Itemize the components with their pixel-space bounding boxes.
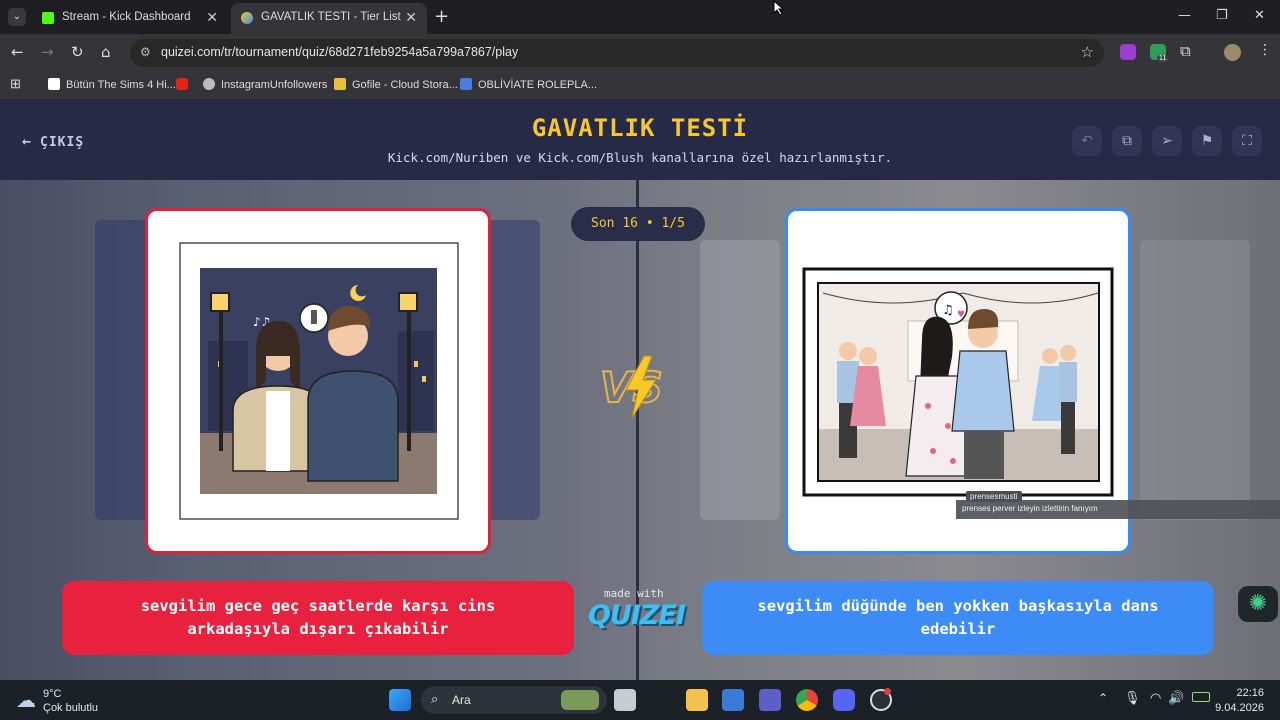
apps-grid-icon[interactable]: ⊞ xyxy=(10,76,21,92)
bookmark-star-icon[interactable]: ☆ xyxy=(1081,43,1094,61)
taskbar-search[interactable]: ⌕ Ara xyxy=(421,686,607,714)
extensions-puzzle-icon[interactable]: ⧉ xyxy=(1180,42,1191,60)
new-tab-button[interactable]: + xyxy=(434,6,449,27)
close-window-icon[interactable]: ✕ xyxy=(1254,8,1265,23)
browser-toolbar: ← → ↻ ⌂ ⚙ quizei.com/tr/tournament/quiz/… xyxy=(0,34,1280,72)
extension-purple-icon[interactable] xyxy=(1120,44,1136,60)
teams-icon[interactable] xyxy=(759,689,781,711)
bookmark-sims[interactable]: Bütün The Sims 4 Hi... xyxy=(48,78,176,91)
clock-time[interactable]: 22:16 xyxy=(1226,687,1264,699)
tab-title: GAVATLIK TESTİ - Tier List, Kör S xyxy=(261,11,401,23)
store-icon[interactable] xyxy=(722,689,744,711)
chrome-icon[interactable] xyxy=(796,689,818,711)
svg-text:♥: ♥ xyxy=(957,310,965,320)
wifi-icon[interactable]: ◠ xyxy=(1150,690,1161,706)
undo-icon[interactable]: ↶ xyxy=(1072,126,1102,156)
report-flag-icon[interactable]: ⚑ xyxy=(1192,126,1222,156)
chatgpt-icon[interactable]: ✺ xyxy=(1238,586,1278,622)
bookmark-obliviate[interactable]: OBLİVİATE ROLEPLA... xyxy=(460,78,597,91)
battery-icon[interactable] xyxy=(1192,692,1210,702)
send-icon[interactable]: ➢ xyxy=(1152,126,1182,156)
tab-title: Stream - Kick Dashboard xyxy=(62,11,191,23)
quizei-icon xyxy=(241,12,253,24)
notification-badge xyxy=(884,688,891,695)
tab-gavatlik-testi[interactable]: GAVATLIK TESTİ - Tier List, Kör S ✕ xyxy=(231,3,427,34)
weather-temp: 9°C xyxy=(43,688,62,700)
docs-icon xyxy=(460,78,472,90)
profile-avatar[interactable] xyxy=(1224,44,1241,61)
mouse-cursor-icon xyxy=(773,0,785,16)
quiz-page: ← ÇIKIŞ GAVATLIK TESTİ Kick.com/Nuriben v… xyxy=(0,100,1280,680)
youtube-icon xyxy=(176,78,188,90)
tab-search-button[interactable]: ⌄ xyxy=(8,8,26,26)
back-icon[interactable]: ← xyxy=(11,43,24,61)
tab-kick-dashboard[interactable]: Stream - Kick Dashboard ✕ xyxy=(32,3,228,34)
tray-chevron-icon[interactable]: ⌃ xyxy=(1098,691,1108,705)
kick-icon xyxy=(42,12,54,24)
made-with-label: made with xyxy=(604,587,664,600)
quiz-header: ← ÇIKIŞ GAVATLIK TESTİ Kick.com/Nuriben v… xyxy=(0,100,1280,180)
task-view-icon[interactable] xyxy=(614,689,636,711)
search-label: Ara xyxy=(452,693,471,707)
search-icon: ⌕ xyxy=(431,691,439,706)
vs-lightning-icon: VS xyxy=(599,355,664,419)
bookmark-youtube[interactable] xyxy=(176,78,194,91)
round-indicator: Son 16 • 1/5 xyxy=(571,207,705,241)
bookmark-instagram-unfollowers[interactable]: InstagramUnfollowers xyxy=(203,78,327,91)
bookmark-gofile[interactable]: Gofile - Cloud Stora... xyxy=(334,78,458,91)
option-answer-left[interactable]: sevgilim gece geç saatlerde karşı cins a… xyxy=(62,581,574,655)
close-tab-icon[interactable]: ✕ xyxy=(206,9,218,26)
extension-badge: 11 xyxy=(1157,55,1169,62)
weather-cloud-icon: ☁ xyxy=(16,690,36,712)
option-answer-right[interactable]: sevgilim düğünde ben yokken başkasıyla d… xyxy=(702,581,1214,655)
speaker-icon[interactable]: 🔊 xyxy=(1168,690,1184,706)
minimize-icon[interactable]: — xyxy=(1178,8,1191,23)
site-info-icon[interactable]: ⚙ xyxy=(140,45,151,59)
url-text: quizei.com/tr/tournament/quiz/68d271feb9… xyxy=(161,45,519,59)
clock-date[interactable]: 9.04.2026 xyxy=(1214,702,1264,714)
windows-start-icon[interactable] xyxy=(389,689,411,711)
left-option-illustration: ♪♫ xyxy=(179,242,459,520)
close-tab-icon[interactable]: ✕ xyxy=(405,9,417,26)
patreon-icon xyxy=(48,78,60,90)
windows-taskbar: ☁ 9°C Çok bulutlu ⌕ Ara ⌃ 🎙 ◠ 🔊 22:16 9.… xyxy=(0,680,1280,720)
share-icon[interactable]: ⧉ xyxy=(1112,126,1142,156)
fullscreen-icon[interactable]: ⛶ xyxy=(1232,126,1262,156)
forward-icon[interactable]: → xyxy=(41,43,54,61)
maximize-icon[interactable]: ❐ xyxy=(1216,8,1228,23)
reload-icon[interactable]: ↻ xyxy=(71,43,84,61)
weather-desc: Çok bulutlu xyxy=(43,702,99,714)
option-card-left[interactable]: ♪♫ xyxy=(145,208,491,554)
globe-icon xyxy=(203,78,215,90)
svg-text:♫: ♫ xyxy=(942,303,954,318)
browser-menu-icon[interactable]: ⋮ xyxy=(1258,42,1272,58)
home-icon[interactable]: ⌂ xyxy=(101,43,111,61)
bookmarks-bar: ⊞ Bütün The Sims 4 Hi... InstagramUnfoll… xyxy=(0,72,1280,100)
background-blur-right xyxy=(700,240,780,520)
address-bar[interactable]: ⚙ quizei.com/tr/tournament/quiz/68d271fe… xyxy=(130,39,1104,67)
file-explorer-icon[interactable] xyxy=(686,689,708,711)
background-blur-right xyxy=(1140,240,1250,520)
microphone-icon[interactable]: 🎙 xyxy=(1124,690,1141,706)
browser-tab-bar: ⌄ Stream - Kick Dashboard ✕ GAVATLIK TES… xyxy=(0,0,1280,34)
discord-icon[interactable] xyxy=(833,689,855,711)
chat-overlay-message: prenses perver izleyin izlettirin fanıyı… xyxy=(956,500,1280,519)
quizei-logo[interactable]: QUIZEI xyxy=(588,600,686,631)
gofile-icon xyxy=(334,78,346,90)
search-highlight-icon xyxy=(561,690,599,710)
